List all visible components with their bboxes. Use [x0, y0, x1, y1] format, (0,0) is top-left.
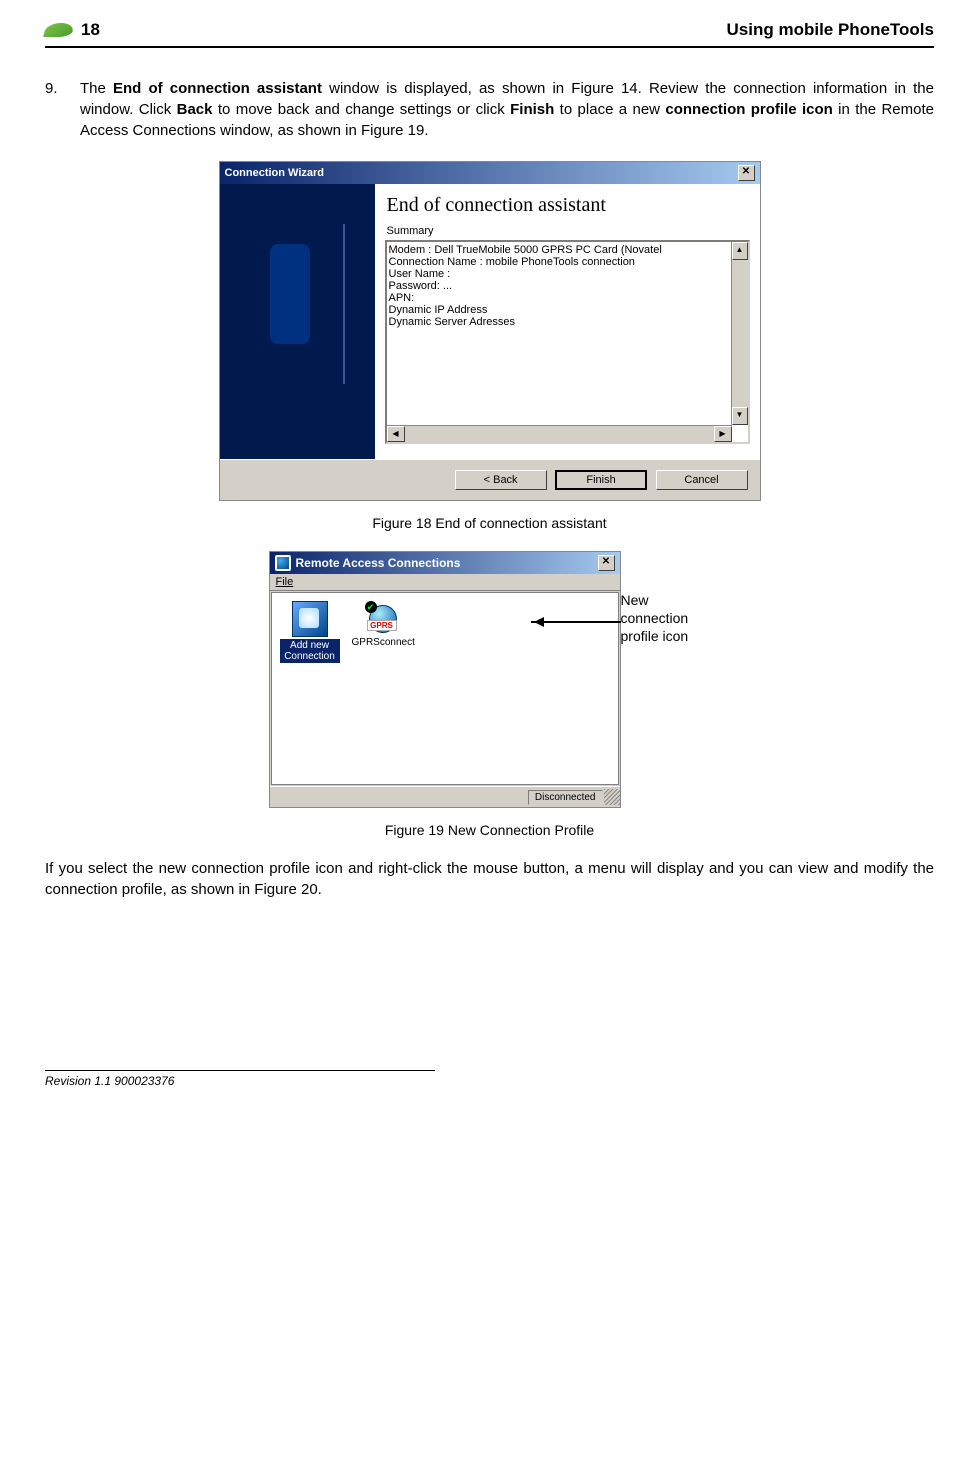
callout-arrow-icon [531, 621, 621, 623]
finish-button[interactable]: Finish [555, 470, 647, 490]
scroll-up-icon[interactable]: ▲ [732, 242, 748, 260]
summary-line: APN: [389, 292, 746, 304]
page-number: 18 [81, 20, 100, 40]
page-header: 18 Using mobile PhoneTools [45, 20, 934, 48]
summary-line: Password: ... [389, 280, 746, 292]
window-icon [275, 555, 291, 571]
add-new-icon [292, 601, 328, 637]
brand-logo-icon [43, 23, 75, 37]
wizard-titlebar: Connection Wizard ✕ [220, 162, 760, 184]
menu-bar[interactable]: File [270, 574, 620, 591]
step-9: 9. The End of connection assistant windo… [45, 78, 934, 141]
callout-label: New connection profile icon [621, 591, 711, 646]
wizard-sidebar-graphic [220, 184, 375, 459]
summary-line: Dynamic Server Adresses [389, 316, 746, 328]
resize-grip-icon[interactable] [604, 789, 620, 805]
connection-wizard-window: Connection Wizard ✕ End of connection as… [219, 161, 761, 501]
status-bar: Disconnected [270, 786, 620, 807]
bold-back: Back [177, 101, 213, 118]
scroll-left-icon[interactable]: ◀ [387, 426, 405, 442]
gprs-connect-item[interactable]: ✔ GPRS GPRSconnect [352, 601, 412, 648]
vertical-scrollbar[interactable]: ▲ ▼ [731, 242, 748, 425]
add-new-connection-item[interactable]: Add new Connection [280, 601, 340, 663]
horizontal-scrollbar[interactable]: ◀ ▶ [387, 425, 732, 442]
wizard-button-row: < Back Finish Cancel [220, 459, 760, 500]
gprs-icon: ✔ GPRS [365, 601, 399, 635]
add-new-label: Add new Connection [280, 639, 340, 663]
wizard-title-text: Connection Wizard [225, 167, 325, 179]
close-icon[interactable]: ✕ [738, 165, 755, 181]
summary-line: Modem : Dell TrueMobile 5000 GPRS PC Car… [389, 244, 746, 256]
summary-line: Connection Name : mobile PhoneTools conn… [389, 256, 746, 268]
checkmark-icon: ✔ [365, 601, 377, 613]
step-text: The End of connection assistant window i… [80, 78, 934, 141]
bold-finish: Finish [510, 101, 554, 118]
step-number: 9. [45, 78, 80, 141]
gprs-band-label: GPRS [367, 620, 397, 631]
back-button[interactable]: < Back [455, 470, 547, 490]
wizard-heading: End of connection assistant [387, 194, 750, 217]
summary-line: User Name : [389, 268, 746, 280]
header-title: Using mobile PhoneTools [727, 20, 934, 40]
menu-file[interactable]: File [276, 576, 294, 588]
status-text: Disconnected [528, 790, 603, 805]
callout-text: New connection profile icon [621, 591, 711, 646]
footer-revision: Revision 1.1 900023376 [45, 1070, 435, 1088]
remote-access-window: Remote Access Connections ✕ File Add new… [269, 551, 621, 808]
paragraph-after-fig19: If you select the new connection profile… [45, 858, 934, 900]
t: to place a new [554, 101, 665, 118]
t: The [80, 80, 113, 97]
gprs-connect-label: GPRSconnect [352, 637, 412, 648]
bold-end-of-connection: End of connection assistant [113, 80, 322, 97]
t: to move back and change settings or clic… [212, 101, 510, 118]
scroll-down-icon[interactable]: ▼ [732, 407, 748, 425]
close-icon[interactable]: ✕ [598, 555, 615, 571]
rac-titlebar: Remote Access Connections ✕ [270, 552, 620, 574]
bold-profile-icon: connection profile icon [665, 101, 832, 118]
rac-title-text: Remote Access Connections [296, 556, 461, 570]
summary-textbox[interactable]: Modem : Dell TrueMobile 5000 GPRS PC Car… [385, 240, 750, 444]
summary-line: Dynamic IP Address [389, 304, 746, 316]
summary-label: Summary [387, 225, 750, 237]
figure-19-caption: Figure 19 New Connection Profile [45, 822, 934, 838]
figure-18-caption: Figure 18 End of connection assistant [45, 515, 934, 531]
scroll-right-icon[interactable]: ▶ [714, 426, 732, 442]
cancel-button[interactable]: Cancel [656, 470, 748, 490]
